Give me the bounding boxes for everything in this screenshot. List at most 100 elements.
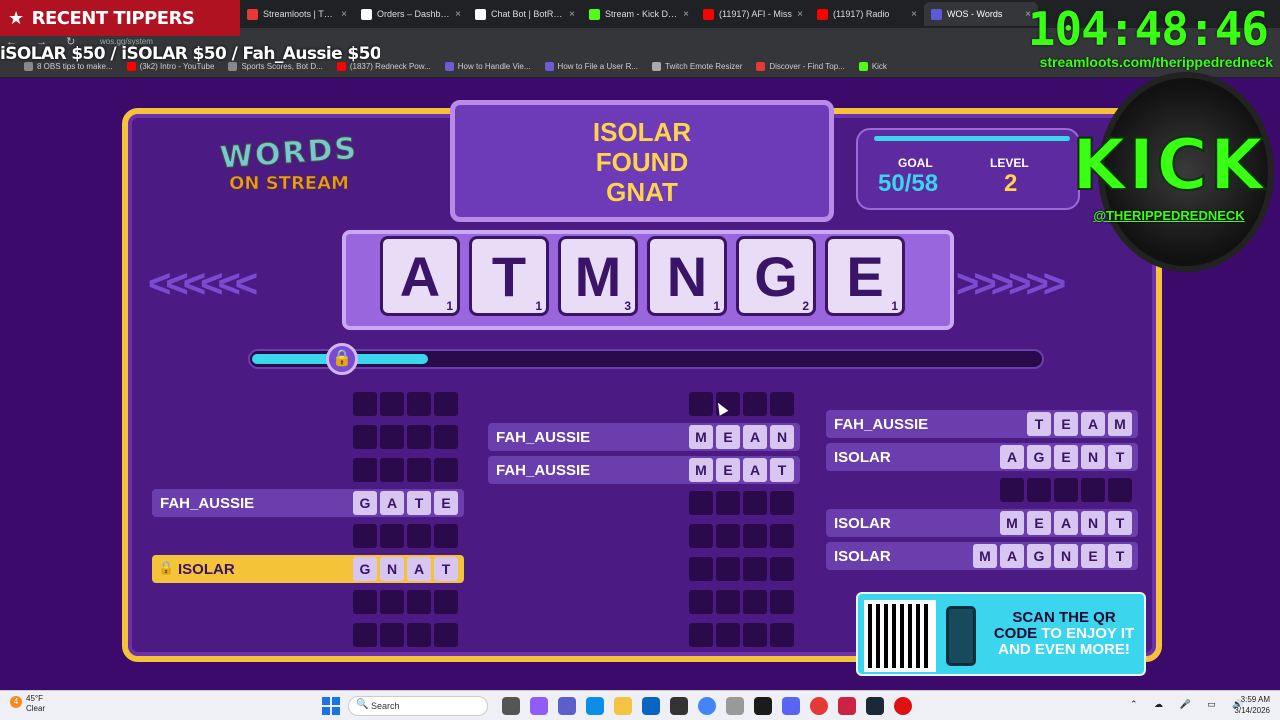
empty-word-row (826, 476, 1138, 504)
recent-tippers-banner: ★ RECENT TIPPERS (0, 0, 240, 36)
weather-widget[interactable]: 4 45°F Clear (10, 694, 45, 714)
letter-tile: E1 (825, 236, 905, 316)
tile-points: 2 (802, 299, 809, 313)
game-board: WORDS ON STREAM ISOLAR FOUND GNAT GOAL 5… (122, 100, 1162, 676)
bookmark-item[interactable]: Discover - Find Top... (756, 62, 845, 71)
letter-box (1108, 478, 1132, 502)
browser-tab[interactable]: Orders – Dashboard × (354, 2, 468, 26)
player-name: ISOLAR (178, 561, 235, 578)
letter-box (1027, 478, 1051, 502)
bookmark-item[interactable]: Twitch Emote Resizer (652, 62, 742, 71)
letter-box (407, 458, 431, 482)
qr-line-2b: TO ENJOY IT (1041, 625, 1135, 642)
tab-label: Orders – Dashboard (377, 9, 451, 19)
letter-box: M (973, 544, 997, 568)
record-icon[interactable] (894, 697, 912, 715)
close-icon[interactable]: × (797, 9, 803, 20)
obs-icon[interactable] (670, 697, 688, 715)
letter-box: T (407, 491, 431, 515)
player-name: ISOLAR (834, 449, 891, 466)
browser-tab[interactable]: Streamloots | Ther × (240, 2, 354, 26)
player-name: FAH_AUSSIE (496, 429, 591, 446)
browser-tab[interactable]: (11917) Radio × (810, 2, 924, 26)
tile-letter: N (666, 245, 708, 308)
letter-box: A (380, 491, 404, 515)
outlook-icon[interactable] (642, 697, 660, 715)
letter-box: N (770, 425, 794, 449)
close-icon[interactable]: × (569, 9, 575, 20)
phone-icon (946, 606, 976, 666)
letter-boxes (353, 522, 458, 548)
letter-box (380, 425, 404, 449)
letter-box (407, 590, 431, 614)
close-icon[interactable]: × (341, 9, 347, 20)
tile-points: 1 (446, 299, 453, 313)
close-icon[interactable]: × (455, 9, 461, 20)
letter-box (770, 623, 794, 647)
bookmark-label: Kick (871, 62, 887, 71)
windows-start-icon[interactable] (322, 697, 340, 715)
close-icon[interactable]: × (911, 9, 917, 20)
logo-top-text: WORDS (218, 131, 360, 177)
browser-tab[interactable]: Chat Bot | BotRix - × (468, 2, 582, 26)
copilot-icon[interactable] (530, 697, 548, 715)
letter-boxes (353, 390, 458, 416)
empty-word-row (488, 522, 800, 550)
letter-box (689, 623, 713, 647)
chrome-icon[interactable] (698, 697, 716, 715)
bookmark-item[interactable]: How to File a User R... (544, 62, 638, 71)
letter-box (434, 623, 458, 647)
close-icon[interactable]: × (683, 9, 689, 20)
empty-word-row (488, 390, 800, 418)
edge-icon[interactable] (586, 697, 604, 715)
terminal-icon[interactable] (754, 697, 772, 715)
message-marquee: ISOLAR FOUND GNAT (450, 100, 834, 222)
tile-points: 1 (713, 299, 720, 313)
taskbar-search[interactable]: 🔍 Search (348, 696, 488, 716)
qr-promo: SCAN THE QR CODE TO ENJOY IT AND EVEN MO… (856, 592, 1146, 676)
letter-box (380, 623, 404, 647)
steam-icon[interactable] (866, 697, 884, 715)
letter-box: M (689, 425, 713, 449)
letter-box (380, 524, 404, 548)
level-label: LEVEL (990, 156, 1029, 170)
bookmark-item[interactable]: Kick (858, 62, 887, 71)
goal-label: GOAL (898, 156, 933, 170)
letter-box (743, 590, 767, 614)
tab-favicon-icon (247, 8, 258, 20)
browser-tab[interactable]: (11917) AFI - Miss × (696, 2, 810, 26)
letter-boxes: MAGNET (973, 542, 1132, 568)
bookmark-item[interactable]: How to Handle Vie... (444, 62, 531, 71)
letter-box (407, 425, 431, 449)
goal-level-panel: GOAL 50/58 LEVEL 2 (856, 128, 1080, 210)
letter-boxes (1000, 476, 1132, 502)
empty-word-row (488, 621, 800, 649)
letter-box (380, 458, 404, 482)
task-view-icon[interactable] (502, 697, 520, 715)
tab-label: (11917) AFI - Miss (719, 9, 792, 19)
tile-letter: A (399, 245, 441, 308)
letter-box: A (1081, 412, 1105, 436)
letter-boxes: GNAT (353, 555, 458, 581)
file-explorer-icon[interactable] (614, 697, 632, 715)
letter-boxes: AGENT (1000, 443, 1132, 469)
qr-line-2a: CODE (993, 625, 1038, 642)
level-value: 2 (1004, 170, 1018, 197)
app-icon-3[interactable] (838, 697, 856, 715)
words-column-2: FAH_AUSSIE M E A N FAH_AUSSIE M E A T (488, 390, 800, 654)
letter-box: A (1000, 544, 1024, 568)
clock-date: 3/14/2026 (1234, 706, 1270, 715)
letter-box (743, 557, 767, 581)
letter-box: N (1081, 511, 1105, 535)
browser-tab[interactable]: Stream - Kick Dash × (582, 2, 696, 26)
search-placeholder: Search (371, 701, 400, 711)
letter-box: M (689, 458, 713, 482)
app-icon[interactable] (726, 697, 744, 715)
tile-points: 1 (891, 299, 898, 313)
clock[interactable]: 3:59 AM 3/14/2026 (1212, 694, 1270, 716)
discord-icon[interactable] (782, 697, 800, 715)
tile-letter: M (574, 245, 622, 308)
app-icon-2[interactable] (810, 697, 828, 715)
letter-boxes: MEAN (689, 423, 794, 449)
teams-icon[interactable] (558, 697, 576, 715)
